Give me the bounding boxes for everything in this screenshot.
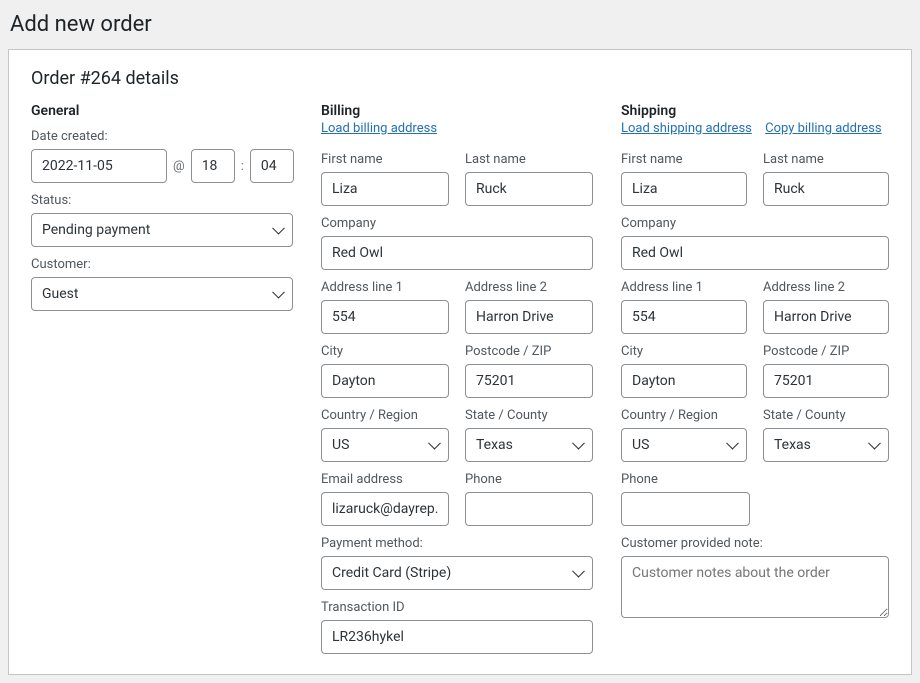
- billing-first-name-input[interactable]: [321, 172, 449, 206]
- billing-addr2-label: Address line 2: [465, 280, 593, 295]
- at-separator: @: [173, 159, 185, 174]
- payment-method-select[interactable]: Credit Card (Stripe): [321, 556, 593, 590]
- load-shipping-link[interactable]: Load shipping address: [621, 121, 752, 136]
- billing-phone-input[interactable]: [465, 492, 593, 526]
- billing-email-input[interactable]: [321, 492, 449, 526]
- customer-value: Guest: [31, 277, 293, 311]
- billing-addr1-label: Address line 1: [321, 280, 449, 295]
- billing-postcode-label: Postcode / ZIP: [465, 344, 593, 359]
- shipping-country-label: Country / Region: [621, 408, 747, 423]
- billing-state-value: Texas: [465, 428, 593, 462]
- customer-label: Customer:: [31, 257, 293, 272]
- billing-postcode-input[interactable]: [465, 364, 593, 398]
- billing-last-name-input[interactable]: [465, 172, 593, 206]
- customer-select[interactable]: Guest: [31, 277, 293, 311]
- copy-billing-link[interactable]: Copy billing address: [765, 121, 881, 136]
- billing-state-label: State / County: [465, 408, 593, 423]
- billing-state-select[interactable]: Texas: [465, 428, 593, 462]
- billing-email-label: Email address: [321, 472, 449, 487]
- payment-method-label: Payment method:: [321, 536, 593, 551]
- hour-input[interactable]: [191, 149, 235, 183]
- shipping-state-value: Texas: [763, 428, 889, 462]
- minute-input[interactable]: [250, 149, 294, 183]
- panel-title: Order #264 details: [31, 68, 889, 89]
- shipping-phone-label: Phone: [621, 472, 889, 487]
- status-value: Pending payment: [31, 213, 293, 247]
- shipping-country-value: US: [621, 428, 747, 462]
- general-column: General Date created: @ : Status: Pendin…: [31, 103, 293, 654]
- shipping-postcode-label: Postcode / ZIP: [763, 344, 889, 359]
- shipping-city-input[interactable]: [621, 364, 747, 398]
- billing-column: Billing Load billing address First name …: [321, 103, 593, 654]
- shipping-postcode-input[interactable]: [763, 364, 889, 398]
- load-billing-link[interactable]: Load billing address: [321, 121, 437, 136]
- billing-city-input[interactable]: [321, 364, 449, 398]
- status-label: Status:: [31, 193, 293, 208]
- billing-addr2-input[interactable]: [465, 300, 593, 334]
- shipping-column: Shipping Load shipping address Copy bill…: [621, 103, 889, 654]
- shipping-heading: Shipping: [621, 103, 889, 119]
- shipping-first-name-label: First name: [621, 152, 747, 167]
- shipping-last-name-input[interactable]: [763, 172, 889, 206]
- billing-company-input[interactable]: [321, 236, 593, 270]
- general-heading: General: [31, 103, 293, 119]
- date-input[interactable]: [31, 149, 167, 183]
- customer-note-label: Customer provided note:: [621, 536, 889, 551]
- billing-country-value: US: [321, 428, 449, 462]
- shipping-first-name-input[interactable]: [621, 172, 747, 206]
- billing-addr1-input[interactable]: [321, 300, 449, 334]
- shipping-state-select[interactable]: Texas: [763, 428, 889, 462]
- billing-country-select[interactable]: US: [321, 428, 449, 462]
- billing-city-label: City: [321, 344, 449, 359]
- customer-note-textarea[interactable]: [621, 556, 889, 618]
- shipping-addr1-label: Address line 1: [621, 280, 747, 295]
- shipping-addr1-input[interactable]: [621, 300, 747, 334]
- shipping-country-select[interactable]: US: [621, 428, 747, 462]
- transaction-id-input[interactable]: [321, 620, 593, 654]
- date-created-label: Date created:: [31, 129, 293, 144]
- payment-method-value: Credit Card (Stripe): [321, 556, 593, 590]
- colon-separator: :: [241, 159, 244, 174]
- billing-heading: Billing: [321, 103, 593, 119]
- shipping-company-input[interactable]: [621, 236, 889, 270]
- shipping-addr2-label: Address line 2: [763, 280, 889, 295]
- billing-phone-label: Phone: [465, 472, 593, 487]
- billing-company-label: Company: [321, 216, 593, 231]
- shipping-last-name-label: Last name: [763, 152, 889, 167]
- shipping-state-label: State / County: [763, 408, 889, 423]
- billing-last-name-label: Last name: [465, 152, 593, 167]
- shipping-company-label: Company: [621, 216, 889, 231]
- shipping-addr2-input[interactable]: [763, 300, 889, 334]
- billing-country-label: Country / Region: [321, 408, 449, 423]
- order-panel: Order #264 details General Date created:…: [8, 49, 912, 675]
- transaction-id-label: Transaction ID: [321, 600, 593, 615]
- shipping-city-label: City: [621, 344, 747, 359]
- page-title: Add new order: [10, 12, 912, 37]
- status-select[interactable]: Pending payment: [31, 213, 293, 247]
- shipping-phone-input[interactable]: [621, 492, 750, 526]
- billing-first-name-label: First name: [321, 152, 449, 167]
